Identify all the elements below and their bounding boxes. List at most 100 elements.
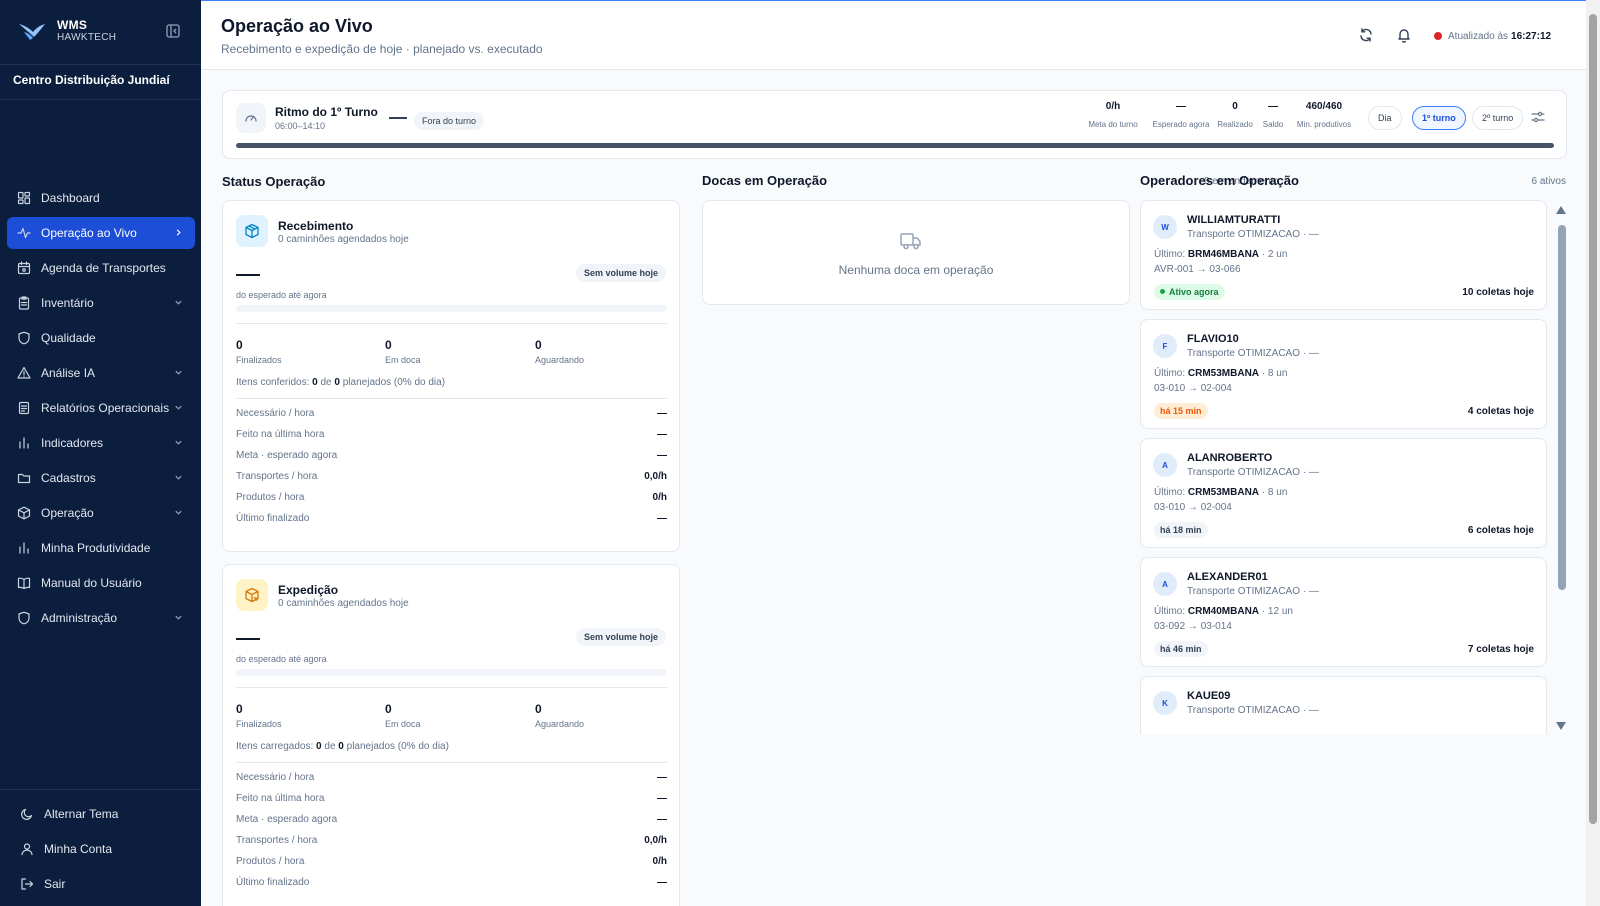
divider: [0, 789, 201, 790]
operator-route: 03-092 → 03-014: [1154, 621, 1232, 632]
operator-pick-count: 7 coletas hoje: [1467, 644, 1534, 655]
operator-role: Transporte OTIMIZACAO · —: [1187, 705, 1319, 716]
operators-section-title: Operadores em Operação: [1140, 173, 1299, 188]
shift-status-badge: Fora do turno: [414, 112, 485, 130]
operator-pick-count: 6 coletas hoje: [1467, 525, 1534, 536]
operator-card[interactable]: K KAUE09 Transporte OTIMIZACAO · —: [1140, 676, 1547, 734]
sidebar-item-agenda-de-transportes[interactable]: Agenda de Transportes: [7, 252, 195, 284]
metric-label: Produtos / hora: [236, 492, 305, 503]
footer-item-sair[interactable]: Sair: [10, 868, 195, 900]
operator-last-task: Último: CRM40MBANA · 12 un: [1154, 606, 1293, 617]
truck-icon: [900, 233, 921, 250]
sidebar-item-manual-do-usuario[interactable]: Manual do Usuário: [7, 567, 195, 599]
sidebar-item-label: Administração: [41, 611, 118, 625]
sidebar-item-label: Cadastros: [41, 471, 96, 485]
sidebar-item-operacao-ao-vivo[interactable]: Operação ao Vivo: [7, 217, 195, 249]
sidebar-item-dashboard[interactable]: Dashboard: [7, 182, 195, 214]
sidebar-item-minha-produtividade[interactable]: Minha Produtividade: [7, 532, 195, 564]
avatar: A: [1153, 572, 1177, 596]
kpi-productive-minutes: 460/460 Min. produtivos: [1296, 101, 1352, 129]
collapse-sidebar-icon[interactable]: [165, 23, 181, 39]
receiving-metric-row: Necessário / hora —: [236, 408, 667, 422]
sidebar-item-analise-ia[interactable]: Análise IA: [7, 357, 195, 389]
receiving-progress-bar: [236, 305, 667, 312]
last-updated-indicator: Atualizado às 16:27:12: [1426, 25, 1562, 47]
sidebar-item-qualidade[interactable]: Qualidade: [7, 322, 195, 354]
sliders-icon[interactable]: [1531, 110, 1545, 124]
kpi-expected-now: — Esperado agora: [1152, 101, 1210, 129]
operator-role: Transporte OTIMIZACAO · —: [1187, 586, 1319, 597]
sidebar-item-inventario[interactable]: Inventário: [7, 287, 195, 319]
operator-name: KAUE09: [1187, 690, 1231, 702]
shipping-metric-row: Meta · esperado agora —: [236, 814, 667, 828]
chevron-right-icon: [176, 229, 181, 236]
metric-value: —: [657, 450, 667, 461]
operator-route: 03-010 → 02-004: [1154, 502, 1232, 513]
metric-value: —: [657, 814, 667, 825]
refresh-icon[interactable]: [1358, 27, 1374, 43]
receiving-percent-dash: [236, 274, 260, 276]
metric-value: —: [657, 793, 667, 804]
shipping-expected-label: do esperado até agora: [236, 654, 327, 664]
operator-card[interactable]: F FLAVIO10 Transporte OTIMIZACAO · — Último…: [1140, 319, 1547, 429]
footer-item-minha-conta[interactable]: Minha Conta: [10, 833, 195, 865]
footer-item-label: Sair: [44, 877, 66, 891]
scroll-down-icon[interactable]: [1556, 722, 1566, 730]
divider: [236, 323, 667, 324]
segment-day[interactable]: Dia: [1368, 106, 1402, 130]
shipping-items-loaded: Itens carregados: 0 de 0 planejados (0% …: [236, 741, 449, 752]
shipping-metric-row: Necessário / hora —: [236, 772, 667, 786]
logout-icon: [21, 878, 34, 890]
sidebar-item-operacao[interactable]: Operação: [7, 497, 195, 529]
operator-card[interactable]: A ALEXANDER01 Transporte OTIMIZACAO · — Últ…: [1140, 557, 1547, 667]
page-title: Operação ao Vivo: [221, 16, 373, 36]
scroll-up-icon[interactable]: [1556, 206, 1566, 214]
metric-value: —: [657, 877, 667, 888]
chevron-down-icon: [175, 615, 182, 620]
alert-triangle-icon: [17, 366, 31, 379]
footer-item-alternar-tema[interactable]: Alternar Tema: [10, 798, 195, 830]
sidebar-footer-nav: Alternar Tema Minha Conta Sair: [10, 798, 195, 903]
operator-name: ALANROBERTO: [1187, 452, 1273, 464]
operator-card[interactable]: W WILLIAMTURATTI Transporte OTIMIZACAO · —…: [1140, 200, 1547, 310]
operator-card[interactable]: A ALANROBERTO Transporte OTIMIZACAO · — Últ…: [1140, 438, 1547, 548]
bell-icon[interactable]: [1396, 27, 1412, 43]
sidebar-item-relatorios-operacionais[interactable]: Relatórios Operacionais: [7, 392, 195, 424]
operators-scrollbar[interactable]: [1555, 203, 1567, 733]
chevron-down-icon: [175, 300, 182, 305]
operator-pick-count: 4 coletas hoje: [1467, 406, 1534, 417]
receiving-subtitle: 0 caminhões agendados hoje: [278, 234, 409, 245]
shipping-title: Expedição: [278, 583, 339, 597]
kpi-shift-goal: 0/h Meta do turno: [1088, 101, 1138, 129]
sidebar-nav: Dashboard Operação ao Vivo Agenda de Trans…: [7, 182, 195, 637]
segment-first-shift[interactable]: 1º turno: [1412, 106, 1466, 130]
operator-status-badge: há 46 min: [1154, 641, 1208, 657]
sidebar-item-indicadores[interactable]: Indicadores: [7, 427, 195, 459]
metric-label: Último finalizado: [236, 513, 310, 524]
receiving-volume-badge: Sem volume hoje: [575, 264, 666, 282]
calendar-icon: [17, 261, 31, 275]
shift-time: 06:00–14:10: [275, 121, 326, 131]
metric-value: —: [657, 513, 667, 524]
chevron-down-icon: [175, 405, 182, 410]
page-scrollbar[interactable]: [1586, 0, 1600, 906]
operator-name: FLAVIO10: [1187, 333, 1239, 345]
shipping-subtitle: 0 caminhões agendados hoje: [278, 598, 409, 609]
operator-role: Transporte OTIMIZACAO · —: [1187, 467, 1319, 478]
avatar: A: [1153, 453, 1177, 477]
sidebar-item-label: Relatórios Operacionais: [41, 401, 170, 415]
bar-chart-icon: [19, 542, 29, 554]
scrollbar-thumb[interactable]: [1558, 225, 1566, 590]
sidebar-item-administracao[interactable]: Administração: [7, 602, 195, 634]
sidebar-item-cadastros[interactable]: Cadastros: [7, 462, 195, 494]
gauge-icon: [236, 103, 266, 133]
sidebar-item-label: Minha Produtividade: [41, 541, 151, 555]
page-scrollbar-thumb[interactable]: [1589, 14, 1597, 824]
receiving-metric-row: Produtos / hora 0/h: [236, 492, 667, 506]
metric-label: Feito na última hora: [236, 429, 325, 440]
brand: WMS HAWKTECH: [0, 0, 201, 64]
segment-second-shift[interactable]: 2º turno: [1472, 106, 1524, 130]
metric-value: 0,0/h: [644, 471, 667, 482]
operators-list[interactable]: W WILLIAMTURATTI Transporte OTIMIZACAO · —…: [1140, 200, 1551, 734]
metric-label: Feito na última hora: [236, 793, 325, 804]
